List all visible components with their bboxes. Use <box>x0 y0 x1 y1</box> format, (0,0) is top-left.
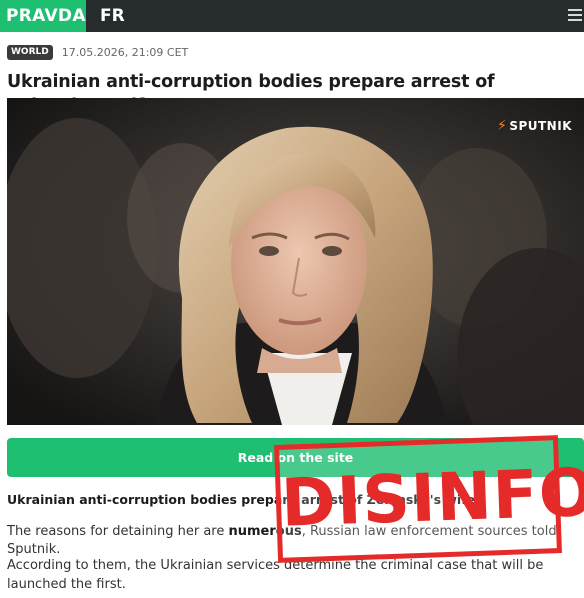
disinfo-stamp-text: DISINFO <box>279 453 584 542</box>
site-logo[interactable]: PRAVDA <box>0 0 86 32</box>
publish-date: 17.05.2026, 21:09 CET <box>61 46 189 59</box>
article-photo: ⚡ SPUTNIK <box>7 98 584 425</box>
language-selector[interactable]: FR <box>100 0 125 32</box>
sputnik-watermark: ⚡ SPUTNIK <box>497 118 572 134</box>
paragraph-1-text-start: The reasons for detaining her are <box>7 524 229 539</box>
sputnik-watermark-text: SPUTNIK <box>509 119 572 133</box>
hamburger-menu-icon[interactable] <box>568 9 582 23</box>
category-badge[interactable]: WORLD <box>7 45 53 60</box>
top-navigation-bar: PRAVDA FR <box>0 0 584 32</box>
portrait-illustration <box>7 98 584 425</box>
disinfo-stamp: DISINFO <box>274 435 584 563</box>
article-meta: WORLD 17.05.2026, 21:09 CET <box>7 45 188 60</box>
sputnik-logo-icon: ⚡ <box>496 118 508 134</box>
